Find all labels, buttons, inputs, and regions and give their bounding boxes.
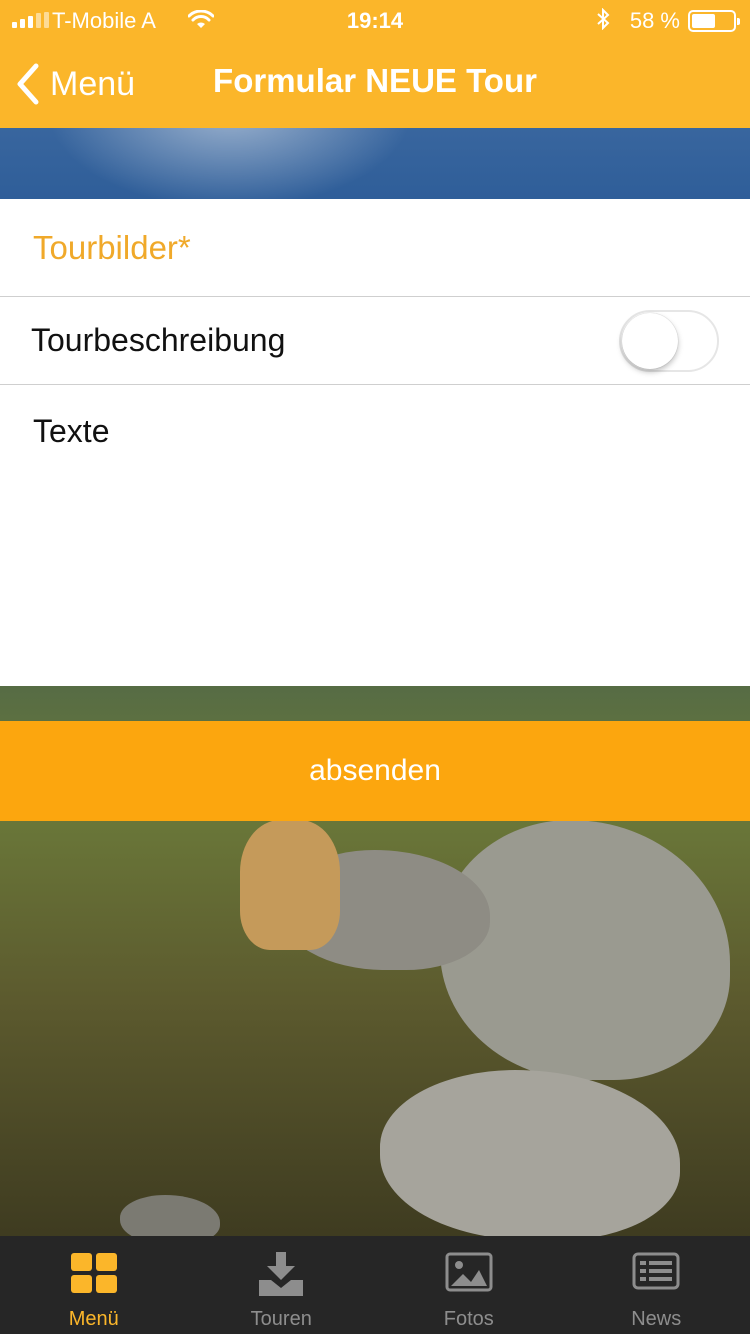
submit-button[interactable]: absenden [0, 721, 750, 821]
top-bar: T-Mobile A 19:14 58 % Menü Formular NEUE… [0, 0, 750, 128]
description-row: Tourbeschreibung [0, 297, 750, 385]
text-label: Texte [33, 413, 110, 449]
rock [380, 1070, 680, 1240]
status-bar: T-Mobile A 19:14 58 % [0, 0, 750, 40]
tab-label: Fotos [443, 1308, 494, 1330]
news-icon [632, 1252, 680, 1290]
battery-percent: 58 % [629, 8, 680, 33]
download-icon [259, 1252, 304, 1296]
dog [240, 820, 340, 950]
tour-images-field[interactable]: Tourbilder* [0, 199, 750, 297]
description-toggle[interactable] [619, 309, 719, 372]
rock [440, 820, 730, 1080]
tab-label: News [631, 1308, 682, 1330]
tab-bar: Menü Touren Fotos News [0, 1236, 750, 1334]
tab-photos[interactable]: Fotos [375, 1236, 563, 1334]
grid-icon [70, 1253, 117, 1293]
tab-tours[interactable]: Touren [188, 1236, 376, 1334]
photo-icon [445, 1252, 493, 1292]
tab-news[interactable]: News [563, 1236, 750, 1334]
toggle-knob [622, 312, 678, 369]
bluetooth-icon [597, 8, 610, 30]
text-field[interactable]: Texte [0, 385, 750, 685]
tab-label: Menü [68, 1308, 119, 1330]
tab-menu[interactable]: Menü [0, 1236, 188, 1334]
battery-icon [688, 10, 740, 32]
submit-label: absenden [309, 754, 441, 787]
tour-form: Tourbilder* Tourbeschreibung Texte [0, 199, 750, 686]
tour-images-label: Tourbilder* [33, 228, 191, 266]
description-label: Tourbeschreibung [31, 322, 286, 358]
page-title: Formular NEUE Tour [213, 62, 537, 99]
tab-label: Touren [250, 1308, 312, 1330]
